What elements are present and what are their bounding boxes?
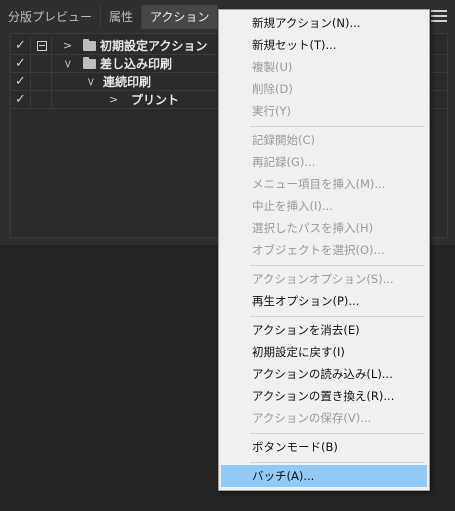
- chevron-right-icon[interactable]: >: [63, 37, 72, 55]
- tab-attributes[interactable]: 属性: [101, 5, 143, 29]
- chevron-down-icon[interactable]: >: [82, 77, 100, 86]
- dialog-toggle-icon[interactable]: [37, 41, 47, 51]
- menu-separator: [250, 126, 425, 127]
- action-set-label: 初期設定アクション: [100, 39, 208, 53]
- menu-item-play[interactable]: 実行(Y): [221, 100, 427, 122]
- menu-item-delete[interactable]: 削除(D): [221, 78, 427, 100]
- panel-tabs: 分版プレビュー 属性 アクション: [0, 5, 219, 32]
- menu-separator: [250, 462, 425, 463]
- menu-item-load-actions[interactable]: アクションの読み込み(L)...: [221, 363, 427, 385]
- chevron-down-icon[interactable]: >: [59, 59, 77, 68]
- menu-separator: [250, 433, 425, 434]
- menu-item-clear-actions[interactable]: アクションを消去(E): [221, 319, 427, 341]
- action-step-label: プリント: [131, 93, 180, 107]
- panel-menu-icon[interactable]: [431, 10, 447, 22]
- menu-item-reset-actions[interactable]: 初期設定に戻す(I): [221, 341, 427, 363]
- menu-separator: [250, 316, 425, 317]
- menu-item-insert-selected-path[interactable]: 選択したパスを挿入(H): [221, 217, 427, 239]
- toggle-item-checkmark[interactable]: ✓: [11, 91, 31, 109]
- action-label: 連続印刷: [103, 75, 152, 89]
- chevron-right-icon[interactable]: >: [109, 91, 118, 109]
- menu-item-duplicate[interactable]: 複製(U): [221, 56, 427, 78]
- panel-context-menu: 新規アクション(N)... 新規セット(T)... 複製(U) 削除(D) 実行…: [218, 9, 430, 491]
- menu-item-action-options[interactable]: アクションオプション(S)...: [221, 268, 427, 290]
- menu-item-new-action[interactable]: 新規アクション(N)...: [221, 12, 427, 34]
- folder-icon: [83, 57, 96, 69]
- action-set-label: 差し込み印刷: [100, 57, 173, 71]
- tab-actions[interactable]: アクション: [142, 5, 219, 29]
- menu-item-replace-actions[interactable]: アクションの置き換え(R)...: [221, 385, 427, 407]
- menu-item-batch[interactable]: バッチ(A)...: [221, 465, 427, 487]
- menu-item-insert-menu-item[interactable]: メニュー項目を挿入(M)...: [221, 173, 427, 195]
- menu-item-select-object[interactable]: オブジェクトを選択(O)...: [221, 239, 427, 261]
- menu-item-record-again[interactable]: 再記録(G)...: [221, 151, 427, 173]
- menu-item-playback-options[interactable]: 再生オプション(P)...: [221, 290, 427, 312]
- toggle-dialog-cell[interactable]: [32, 91, 52, 109]
- toggle-item-checkmark[interactable]: ✓: [11, 37, 31, 55]
- toggle-item-checkmark[interactable]: ✓: [11, 73, 31, 91]
- folder-icon: [83, 39, 96, 51]
- menu-separator: [250, 265, 425, 266]
- menu-item-new-set[interactable]: 新規セット(T)...: [221, 34, 427, 56]
- menu-item-button-mode[interactable]: ボタンモード(B): [221, 436, 427, 458]
- toggle-item-checkmark[interactable]: ✓: [11, 55, 31, 73]
- toggle-dialog-cell[interactable]: [32, 37, 52, 55]
- menu-item-start-recording[interactable]: 記録開始(C): [221, 129, 427, 151]
- menu-item-insert-stop[interactable]: 中止を挿入(I)...: [221, 195, 427, 217]
- tab-separations-preview[interactable]: 分版プレビュー: [0, 5, 102, 29]
- toggle-dialog-cell[interactable]: [32, 73, 52, 91]
- toggle-dialog-cell[interactable]: [32, 55, 52, 73]
- menu-item-save-actions[interactable]: アクションの保存(V)...: [221, 407, 427, 429]
